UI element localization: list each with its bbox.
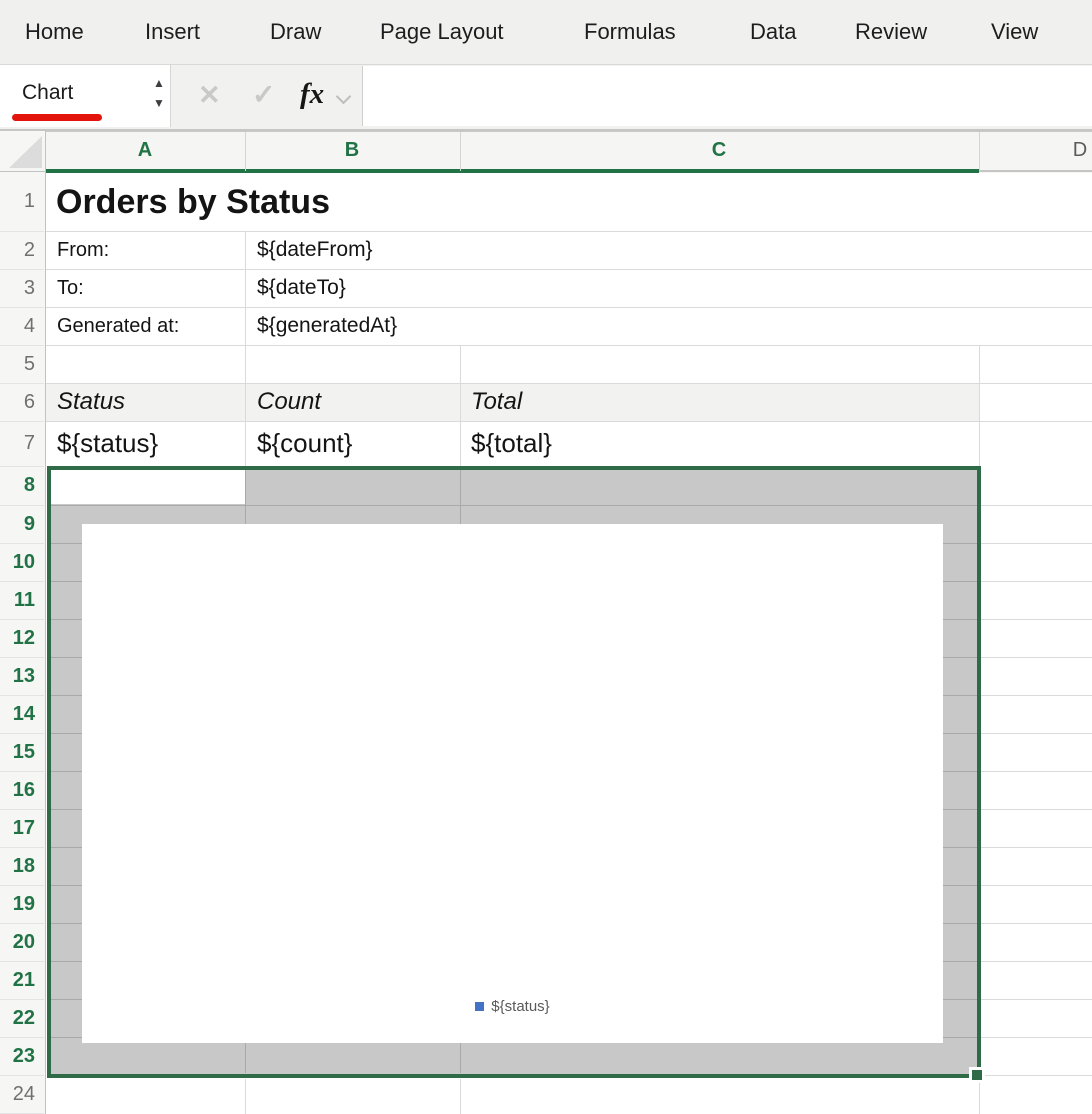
column-header-d[interactable]: D bbox=[1073, 132, 1087, 169]
row-header-20[interactable]: 20 bbox=[0, 923, 35, 961]
cell-header-status[interactable]: Status bbox=[57, 383, 125, 421]
cell-from-label[interactable]: From: bbox=[57, 231, 109, 269]
ribbon-tab-home[interactable]: Home bbox=[25, 0, 84, 64]
cell-value-3[interactable]: ${total} bbox=[471, 421, 552, 466]
ribbon-tab-view[interactable]: View bbox=[991, 0, 1038, 64]
cell-to-label[interactable]: To: bbox=[57, 269, 84, 307]
row-header-19[interactable]: 19 bbox=[0, 885, 35, 923]
stepper-up-icon[interactable]: ▲ bbox=[148, 77, 170, 89]
row-header-13[interactable]: 13 bbox=[0, 657, 35, 695]
column-header-b[interactable]: B bbox=[345, 132, 359, 169]
row-header-column: 123456789101112131415161718192021222324 bbox=[0, 172, 46, 1114]
insert-function-icon[interactable]: fx bbox=[300, 65, 324, 127]
row-header-1[interactable]: 1 bbox=[0, 172, 35, 231]
column-header-c[interactable]: C bbox=[712, 132, 726, 169]
row-header-10[interactable]: 10 bbox=[0, 543, 35, 581]
formula-input[interactable] bbox=[362, 66, 1092, 126]
ribbon-tab-insert[interactable]: Insert bbox=[145, 0, 200, 64]
cell-value-2[interactable]: ${count} bbox=[257, 421, 352, 466]
ribbon-tab-page-layout[interactable]: Page Layout bbox=[380, 0, 504, 64]
cell-value-1[interactable]: ${status} bbox=[57, 421, 158, 466]
cell-title[interactable]: Orders by Status bbox=[56, 174, 330, 230]
select-all-corner[interactable] bbox=[0, 131, 46, 172]
row-header-21[interactable]: 21 bbox=[0, 961, 35, 999]
row-header-18[interactable]: 18 bbox=[0, 847, 35, 885]
name-box-stepper[interactable]: ▲ ▼ bbox=[148, 65, 170, 127]
cell-generated-value[interactable]: ${generatedAt} bbox=[257, 307, 397, 345]
row-header-4[interactable]: 4 bbox=[0, 307, 35, 345]
confirm-icon[interactable]: ✓ bbox=[252, 65, 275, 127]
row-header-22[interactable]: 22 bbox=[0, 999, 35, 1037]
row-header-11[interactable]: 11 bbox=[0, 581, 35, 619]
selection-fill-handle[interactable] bbox=[969, 1067, 985, 1083]
column-d-underline bbox=[979, 170, 1092, 172]
ribbon-tab-data[interactable]: Data bbox=[750, 0, 796, 64]
column-header-row: A B C D bbox=[46, 131, 1092, 173]
row-header-15[interactable]: 15 bbox=[0, 733, 35, 771]
row-header-8[interactable]: 8 bbox=[0, 466, 35, 505]
select-all-triangle-icon bbox=[9, 136, 42, 168]
cell-header-total[interactable]: Total bbox=[471, 383, 522, 421]
cancel-icon[interactable]: ✕ bbox=[198, 65, 221, 127]
name-box[interactable]: Chart ▲ ▼ bbox=[0, 65, 171, 127]
row-header-6[interactable]: 6 bbox=[0, 383, 35, 421]
ribbon-tab-draw[interactable]: Draw bbox=[270, 0, 321, 64]
selection-border bbox=[47, 466, 981, 1078]
chevron-down-icon[interactable] bbox=[336, 89, 352, 105]
cell-header-count[interactable]: Count bbox=[257, 383, 321, 421]
stepper-down-icon[interactable]: ▼ bbox=[148, 97, 170, 109]
ribbon-tab-review[interactable]: Review bbox=[855, 0, 927, 64]
row-header-2[interactable]: 2 bbox=[0, 231, 35, 269]
name-box-red-underline bbox=[12, 114, 102, 121]
selected-columns-underline bbox=[46, 169, 979, 173]
cell-from-value[interactable]: ${dateFrom} bbox=[257, 231, 373, 269]
ribbon-tab-bar: Home Insert Draw Page Layout Formulas Data Rev… bbox=[0, 0, 1092, 65]
row-header-9[interactable]: 9 bbox=[0, 505, 35, 543]
row-header-23[interactable]: 23 bbox=[0, 1037, 35, 1075]
formula-bar: Chart ▲ ▼ ✕ ✓ fx bbox=[0, 65, 1092, 131]
row-header-16[interactable]: 16 bbox=[0, 771, 35, 809]
cell-to-value[interactable]: ${dateTo} bbox=[257, 269, 346, 307]
excel-window: Home Insert Draw Page Layout Formulas Data Rev… bbox=[0, 0, 1092, 1114]
row-header-17[interactable]: 17 bbox=[0, 809, 35, 847]
row-header-14[interactable]: 14 bbox=[0, 695, 35, 733]
row-header-24[interactable]: 24 bbox=[0, 1075, 35, 1113]
column-header-a[interactable]: A bbox=[138, 132, 152, 169]
row-header-5[interactable]: 5 bbox=[0, 345, 35, 383]
row-header-3[interactable]: 3 bbox=[0, 269, 35, 307]
row-header-7[interactable]: 7 bbox=[0, 421, 35, 466]
cell-generated-label[interactable]: Generated at: bbox=[57, 307, 179, 345]
name-box-value: Chart bbox=[22, 65, 73, 121]
ribbon-tab-formulas[interactable]: Formulas bbox=[584, 0, 676, 64]
row-header-12[interactable]: 12 bbox=[0, 619, 35, 657]
